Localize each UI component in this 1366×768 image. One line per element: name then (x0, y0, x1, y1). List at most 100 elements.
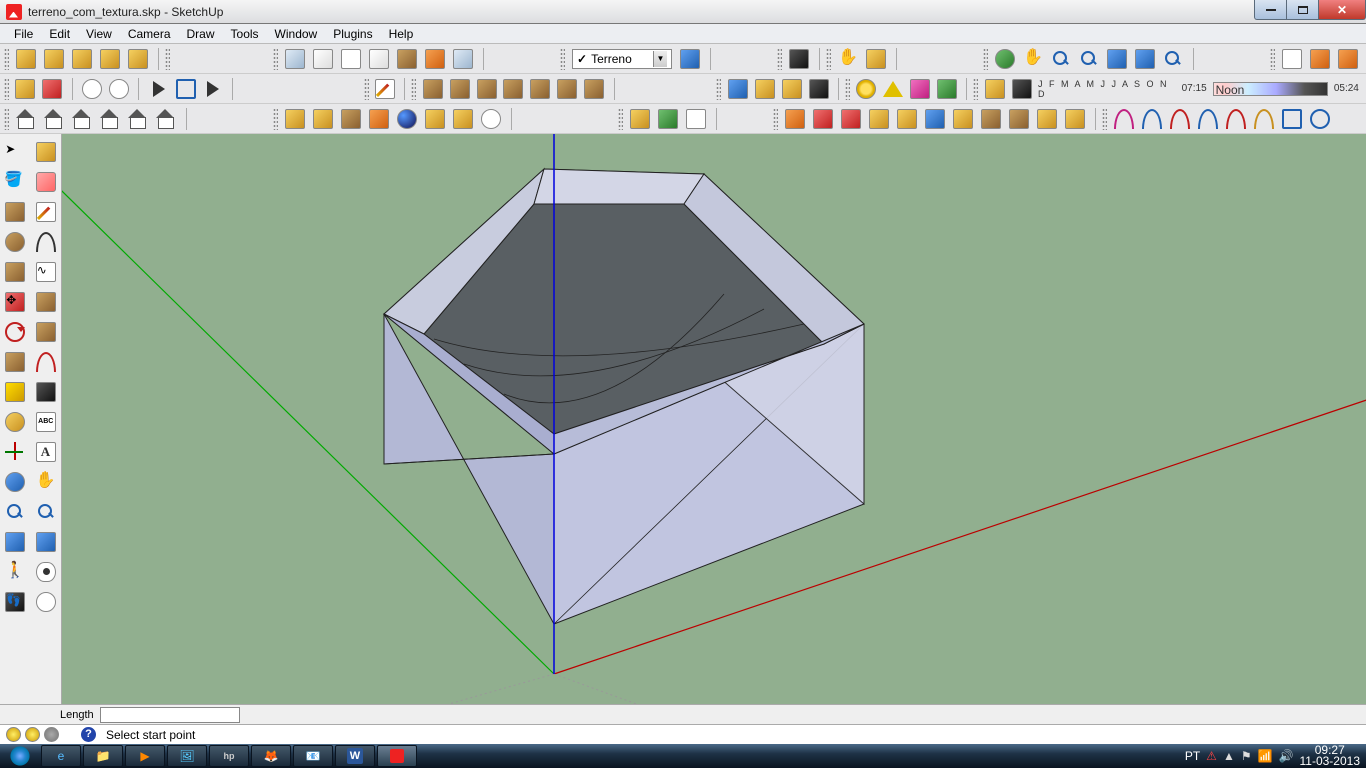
shadow-settings-icon[interactable] (1008, 76, 1035, 102)
sandbox-tool-icon[interactable] (1005, 106, 1033, 132)
language-indicator[interactable]: PT (1185, 749, 1200, 763)
sandbox-icon[interactable] (581, 76, 608, 102)
taskbar-item-app[interactable]: 🖼 (167, 745, 207, 767)
sandbox-tool-icon[interactable] (949, 106, 977, 132)
arc-tool-icon[interactable] (1138, 106, 1166, 132)
style-icon[interactable] (778, 76, 805, 102)
freehand-icon[interactable]: ∿ (32, 258, 60, 286)
menu-help[interactable]: Help (381, 25, 422, 43)
monochrome-icon[interactable] (393, 46, 421, 72)
circle-icon[interactable] (1, 228, 29, 256)
taskbar-item-hp[interactable]: hp (209, 745, 249, 767)
measurement-input[interactable] (100, 707, 240, 723)
bulb-icon[interactable] (25, 727, 40, 742)
look-around-icon[interactable] (32, 558, 60, 586)
flag-icon[interactable] (199, 76, 226, 102)
arc-tool-icon[interactable] (1250, 106, 1278, 132)
sandbox-tool-icon[interactable] (1033, 106, 1061, 132)
pan-icon[interactable] (834, 46, 862, 72)
style-icon[interactable] (724, 76, 751, 102)
dynamic-component-icon[interactable] (654, 106, 682, 132)
sandbox-icon[interactable] (500, 76, 527, 102)
arc-tool-icon[interactable] (1166, 106, 1194, 132)
building-icon[interactable] (337, 106, 365, 132)
select-tool-icon[interactable]: ➤ (1, 138, 29, 166)
section-plane-icon[interactable] (1278, 46, 1306, 72)
component-icon[interactable] (124, 46, 152, 72)
axes-icon[interactable] (1, 438, 29, 466)
upload-icon[interactable] (309, 106, 337, 132)
start-button[interactable] (0, 744, 40, 768)
component-icon[interactable] (96, 46, 124, 72)
sandbox-tool-icon[interactable] (977, 106, 1005, 132)
smiley-icon[interactable] (106, 76, 133, 102)
taskbar-item-firefox[interactable]: 🦊 (251, 745, 291, 767)
xray-icon[interactable] (421, 46, 449, 72)
dynamic-component-icon[interactable] (682, 106, 710, 132)
menu-window[interactable]: Window (267, 25, 326, 43)
top-view-icon[interactable] (40, 106, 68, 132)
wireframe-icon[interactable] (309, 46, 337, 72)
menu-camera[interactable]: Camera (120, 25, 179, 43)
arc-icon[interactable] (32, 228, 60, 256)
hidden-line-icon[interactable] (337, 46, 365, 72)
menu-edit[interactable]: Edit (41, 25, 78, 43)
box-icon[interactable] (449, 106, 477, 132)
taskbar-item-sketchup[interactable] (377, 745, 417, 767)
make-component-icon[interactable] (32, 138, 60, 166)
network-icon[interactable]: 📶 (1258, 749, 1273, 763)
bulb-icon[interactable] (6, 727, 21, 742)
help-icon[interactable]: ? (81, 727, 96, 742)
dimension-icon[interactable] (32, 378, 60, 406)
person-icon[interactable] (365, 106, 393, 132)
layer-manager-icon[interactable] (676, 46, 704, 72)
new-file-icon[interactable] (12, 76, 39, 102)
menu-view[interactable]: View (78, 25, 120, 43)
sandbox-icon[interactable] (527, 76, 554, 102)
triangle-icon[interactable] (880, 76, 907, 102)
google-earth-icon[interactable] (393, 106, 421, 132)
line-icon[interactable] (32, 198, 60, 226)
arc-tool-icon[interactable] (1194, 106, 1222, 132)
front-view-icon[interactable] (68, 106, 96, 132)
play-icon[interactable] (145, 76, 172, 102)
section-icon[interactable] (32, 588, 60, 616)
taskbar-item-media[interactable]: ▶ (125, 745, 165, 767)
zoom-extents-icon[interactable] (1159, 46, 1187, 72)
stop-icon[interactable] (172, 76, 199, 102)
shaded-icon[interactable] (365, 46, 393, 72)
sandbox-tool-icon[interactable] (809, 106, 837, 132)
iso-view-icon[interactable] (12, 106, 40, 132)
sandbox-tool-icon[interactable] (921, 106, 949, 132)
dynamic-component-icon[interactable] (626, 106, 654, 132)
taskbar-item-ie[interactable]: e (41, 745, 81, 767)
right-view-icon[interactable] (96, 106, 124, 132)
position-camera-icon[interactable] (1, 558, 29, 586)
zoom-previous-icon[interactable] (1103, 46, 1131, 72)
previous-icon[interactable] (1, 528, 29, 556)
scale-icon[interactable] (1, 348, 29, 376)
move-icon[interactable]: ✥ (1, 288, 29, 316)
taskbar-item-outlook[interactable]: 📧 (293, 745, 333, 767)
zoom-extents-icon[interactable] (32, 498, 60, 526)
box-icon[interactable] (421, 106, 449, 132)
rectangle-icon[interactable] (1, 198, 29, 226)
zoom-icon[interactable] (1, 498, 29, 526)
rect-tool-icon[interactable] (1278, 106, 1306, 132)
clock[interactable]: 09:27 11-03-2013 (1300, 745, 1361, 767)
pan-icon[interactable] (1019, 46, 1047, 72)
back-edges-icon[interactable] (449, 46, 477, 72)
section-display-icon[interactable] (1306, 46, 1334, 72)
back-view-icon[interactable] (124, 106, 152, 132)
menu-tools[interactable]: Tools (223, 25, 267, 43)
taskbar-item-explorer[interactable]: 📁 (83, 745, 123, 767)
followme-icon[interactable] (32, 318, 60, 346)
sandbox-tool-icon[interactable] (865, 106, 893, 132)
gear-icon[interactable] (477, 106, 505, 132)
shadow-toggle-icon[interactable] (981, 76, 1008, 102)
sandbox-icon[interactable] (473, 76, 500, 102)
sandbox-tool-icon[interactable] (893, 106, 921, 132)
menu-file[interactable]: File (6, 25, 41, 43)
offset-icon[interactable] (32, 348, 60, 376)
zoom-next-icon[interactable] (1131, 46, 1159, 72)
